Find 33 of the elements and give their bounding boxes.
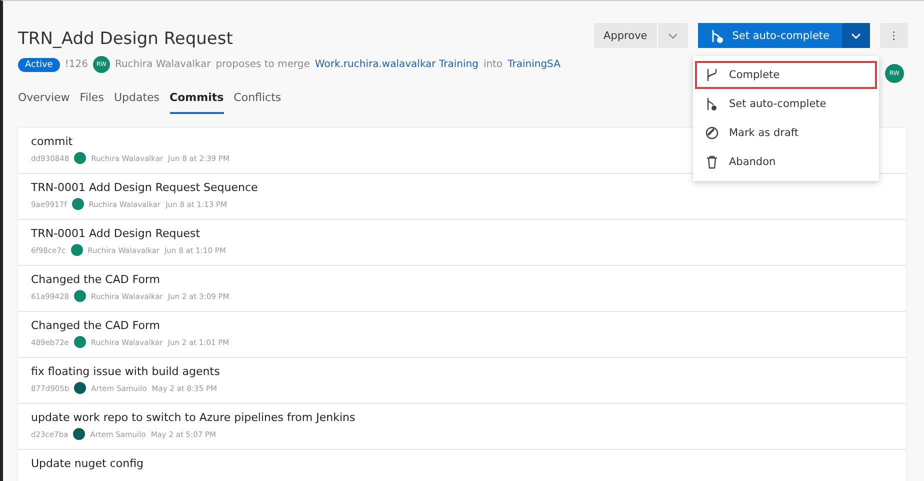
commit-message[interactable]: Changed the CAD Form xyxy=(31,273,893,286)
status-badge: Active xyxy=(18,58,60,72)
branch-clock-icon xyxy=(710,28,724,44)
commit-message[interactable]: TRN-0001 Add Design Request Sequence xyxy=(31,181,893,194)
menu-item[interactable]: Complete xyxy=(695,61,877,89)
commit-message[interactable]: fix floating issue with build agents xyxy=(31,365,893,378)
menu-item[interactable]: Abandon xyxy=(695,148,877,176)
more-button[interactable]: ⋮ xyxy=(880,23,908,48)
commit-message[interactable]: Changed the CAD Form xyxy=(31,319,893,332)
pr-id: !126 xyxy=(64,59,88,70)
target-branch-link[interactable]: TrainingSA xyxy=(508,59,560,70)
commit-message[interactable]: TRN-0001 Add Design Request xyxy=(31,227,893,240)
proposal-text: proposes to merge xyxy=(216,59,310,70)
tab[interactable]: Conflicts xyxy=(234,91,282,114)
commit-message[interactable]: update work repo to switch to Azure pipelines from Jenkins xyxy=(31,411,893,424)
author-name: Ruchira Walavalkar xyxy=(114,59,211,70)
tab[interactable]: Overview xyxy=(18,91,70,114)
branch-icon xyxy=(705,68,719,82)
caret-icon xyxy=(850,32,860,38)
tab[interactable]: Updates xyxy=(114,91,160,114)
caret-icon xyxy=(668,32,678,38)
tab[interactable]: Commits xyxy=(170,91,224,114)
dropdown-button[interactable] xyxy=(842,23,870,48)
tab[interactable]: Files xyxy=(80,91,104,114)
approve-button[interactable]: Approve xyxy=(594,23,658,48)
menu-item[interactable]: Set auto-complete xyxy=(695,90,877,118)
branch-clock-icon xyxy=(705,97,719,111)
commit-message[interactable]: Update nuget config xyxy=(31,457,893,470)
trash-icon xyxy=(705,155,719,169)
source-branch-link[interactable]: Work.ruchira.walavalkar Training xyxy=(314,59,478,70)
into-text: into xyxy=(483,59,503,70)
set-auto-complete-button[interactable]: Set auto-complete xyxy=(698,23,842,48)
pull-request-title: TRN_Add Design Request xyxy=(18,29,234,49)
